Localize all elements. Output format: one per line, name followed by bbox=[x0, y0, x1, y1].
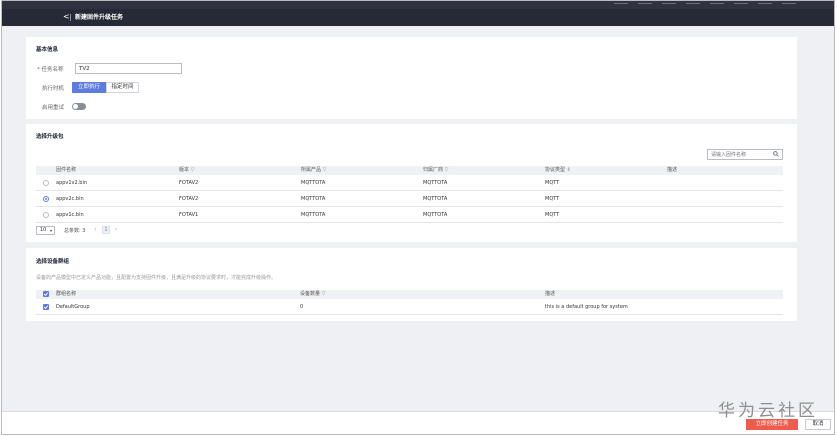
col-version[interactable]: 版本 ▽ bbox=[179, 167, 194, 174]
page-header: < 新建固件升级任务 bbox=[2, 9, 834, 26]
nav-item[interactable] bbox=[782, 3, 796, 4]
cell-vendor: MQTTOTA bbox=[423, 196, 448, 202]
app-frame: < 新建固件升级任务 基本信息 * 任务名称 TV2 执行时机 立即执行 指定时… bbox=[1, 0, 835, 435]
pager-next-icon[interactable]: › bbox=[115, 226, 117, 234]
page-size-select[interactable]: 10 ▾ bbox=[36, 226, 55, 235]
col-vendor[interactable]: 归属厂商 ▽ bbox=[423, 167, 448, 174]
cell-protocol: MQTT bbox=[545, 196, 560, 202]
retry-toggle[interactable] bbox=[72, 103, 86, 110]
chevron-left-icon[interactable]: < bbox=[63, 12, 70, 22]
row-radio-selected[interactable] bbox=[43, 196, 49, 202]
task-name-label: * 任务名称 bbox=[37, 65, 64, 73]
cell-firmware-name: appv2c.bin bbox=[56, 196, 84, 202]
col-device-count-label: 设备数量 bbox=[300, 291, 321, 297]
cell-group-desc: this is a default group for system bbox=[545, 304, 628, 310]
cell-device-count: 0 bbox=[300, 304, 304, 310]
exec-specified-button[interactable]: 指定时间 bbox=[106, 82, 139, 93]
page-title: 新建固件升级任务 bbox=[75, 14, 124, 21]
section-title-groups: 选择设备群组 bbox=[36, 259, 70, 265]
col-product[interactable]: 所属产品 ▽ bbox=[301, 167, 326, 174]
nav-item[interactable] bbox=[686, 3, 700, 4]
exec-time-label: 执行时机 bbox=[42, 86, 65, 92]
col-group-name: 群组名称 bbox=[56, 291, 77, 297]
top-navigation bbox=[2, 1, 834, 9]
chevron-down-icon: ▾ bbox=[49, 228, 52, 233]
col-group-desc: 描述 bbox=[545, 291, 556, 297]
group-table-header: 群组名称 设备数量 ▽ 描述 bbox=[36, 290, 783, 299]
basic-info-card: 基本信息 * 任务名称 TV2 执行时机 立即执行 指定时间 启用重试 bbox=[26, 37, 797, 119]
pager-prev-icon[interactable]: ‹ bbox=[94, 226, 96, 234]
col-protocol-label: 协议类型 bbox=[545, 167, 566, 173]
cell-protocol: MQTT bbox=[545, 212, 560, 218]
table-row[interactable]: appv1v2.bin FOTAV2 MQTTOTA MQTTOTA MQTT bbox=[36, 175, 783, 191]
watermark: 华为云社区 bbox=[718, 401, 818, 421]
cell-version: FOTAV2 bbox=[179, 180, 199, 186]
nav-item[interactable] bbox=[758, 3, 772, 4]
toggle-knob bbox=[73, 104, 78, 109]
task-name-input[interactable]: TV2 bbox=[75, 63, 182, 74]
filter-icon[interactable]: ▽ bbox=[191, 167, 195, 173]
exec-now-button[interactable]: 立即执行 bbox=[72, 82, 106, 93]
col-device-count[interactable]: 设备数量 ▽ bbox=[300, 291, 325, 298]
col-protocol[interactable]: 协议类型 ⇕ bbox=[545, 167, 571, 174]
firmware-search-box[interactable] bbox=[707, 149, 783, 160]
section-title-basic: 基本信息 bbox=[36, 47, 59, 53]
cell-firmware-name: appv1v2.bin bbox=[56, 180, 88, 186]
cell-protocol: MQTT bbox=[545, 180, 560, 186]
row-radio[interactable] bbox=[43, 180, 49, 186]
page-size-value: 10 bbox=[40, 227, 47, 233]
filter-icon[interactable]: ▽ bbox=[323, 167, 327, 173]
col-vendor-label: 归属厂商 bbox=[423, 167, 444, 173]
check-icon bbox=[43, 305, 49, 310]
cell-vendor: MQTTOTA bbox=[423, 180, 448, 186]
retry-label: 启用重试 bbox=[42, 105, 65, 111]
filter-icon[interactable]: ▽ bbox=[445, 167, 449, 173]
create-task-button[interactable]: 立即创建任务 bbox=[746, 419, 798, 430]
pager-total: 总条数: 3 bbox=[64, 228, 86, 234]
nav-item[interactable] bbox=[710, 3, 724, 4]
package-table-header: 固件名称 版本 ▽ 所属产品 ▽ 归属厂商 ▽ 协议类型 ⇕ 描述 bbox=[36, 166, 783, 175]
cell-group-name: DefaultGroup bbox=[56, 304, 90, 310]
select-all-checkbox[interactable] bbox=[43, 291, 49, 297]
row-radio[interactable] bbox=[43, 212, 49, 218]
cell-product: MQTTOTA bbox=[301, 196, 326, 202]
filter-icon[interactable]: ▽ bbox=[322, 291, 326, 297]
package-card: 选择升级包 固件名称 版本 ▽ 所属产品 ▽ 归属厂商 ▽ 协议类型 ⇕ 描述 … bbox=[26, 124, 797, 242]
col-product-label: 所属产品 bbox=[301, 167, 322, 173]
col-firmware-name: 固件名称 bbox=[56, 167, 77, 173]
nav-item[interactable] bbox=[734, 3, 748, 4]
device-group-card: 选择设备群组 设备的产品模型中已定义产品功能，且配置为支持固件升级，且满足升级的… bbox=[26, 248, 797, 321]
cell-vendor: MQTTOTA bbox=[423, 212, 448, 218]
task-name-label-text: 任务名称 bbox=[41, 67, 64, 73]
search-icon[interactable] bbox=[773, 151, 779, 157]
col-description: 描述 bbox=[667, 167, 678, 173]
check-icon bbox=[43, 292, 49, 297]
section-title-package: 选择升级包 bbox=[36, 134, 64, 140]
cell-firmware-name: appv1c.bin bbox=[56, 212, 84, 218]
sort-icon[interactable]: ⇕ bbox=[567, 167, 571, 173]
table-row[interactable]: appv1c.bin FOTAV1 MQTTOTA MQTTOTA MQTT bbox=[36, 207, 783, 223]
nav-item[interactable] bbox=[614, 3, 628, 4]
pager-current-page[interactable]: 1 bbox=[102, 226, 110, 234]
col-version-label: 版本 bbox=[179, 167, 190, 173]
cell-product: MQTTOTA bbox=[301, 212, 326, 218]
cell-version: FOTAV1 bbox=[179, 212, 199, 218]
cell-product: MQTTOTA bbox=[301, 180, 326, 186]
header-divider bbox=[70, 14, 71, 21]
nav-item[interactable] bbox=[662, 3, 676, 4]
table-row[interactable]: DefaultGroup 0 this is a default group f… bbox=[36, 299, 783, 315]
row-checkbox[interactable] bbox=[43, 304, 49, 310]
table-row[interactable]: appv2c.bin FOTAV2 MQTTOTA MQTTOTA MQTT bbox=[36, 191, 783, 207]
cancel-button[interactable]: 取消 bbox=[805, 419, 831, 430]
required-mark: * bbox=[37, 67, 40, 73]
cell-version: FOTAV2 bbox=[179, 196, 199, 202]
nav-item[interactable] bbox=[638, 3, 652, 4]
footer-bar bbox=[2, 411, 834, 434]
group-description: 设备的产品模型中已定义产品功能，且配置为支持固件升级，且满足升级的协议要求时，才… bbox=[36, 275, 277, 281]
firmware-search-input[interactable] bbox=[708, 150, 770, 159]
